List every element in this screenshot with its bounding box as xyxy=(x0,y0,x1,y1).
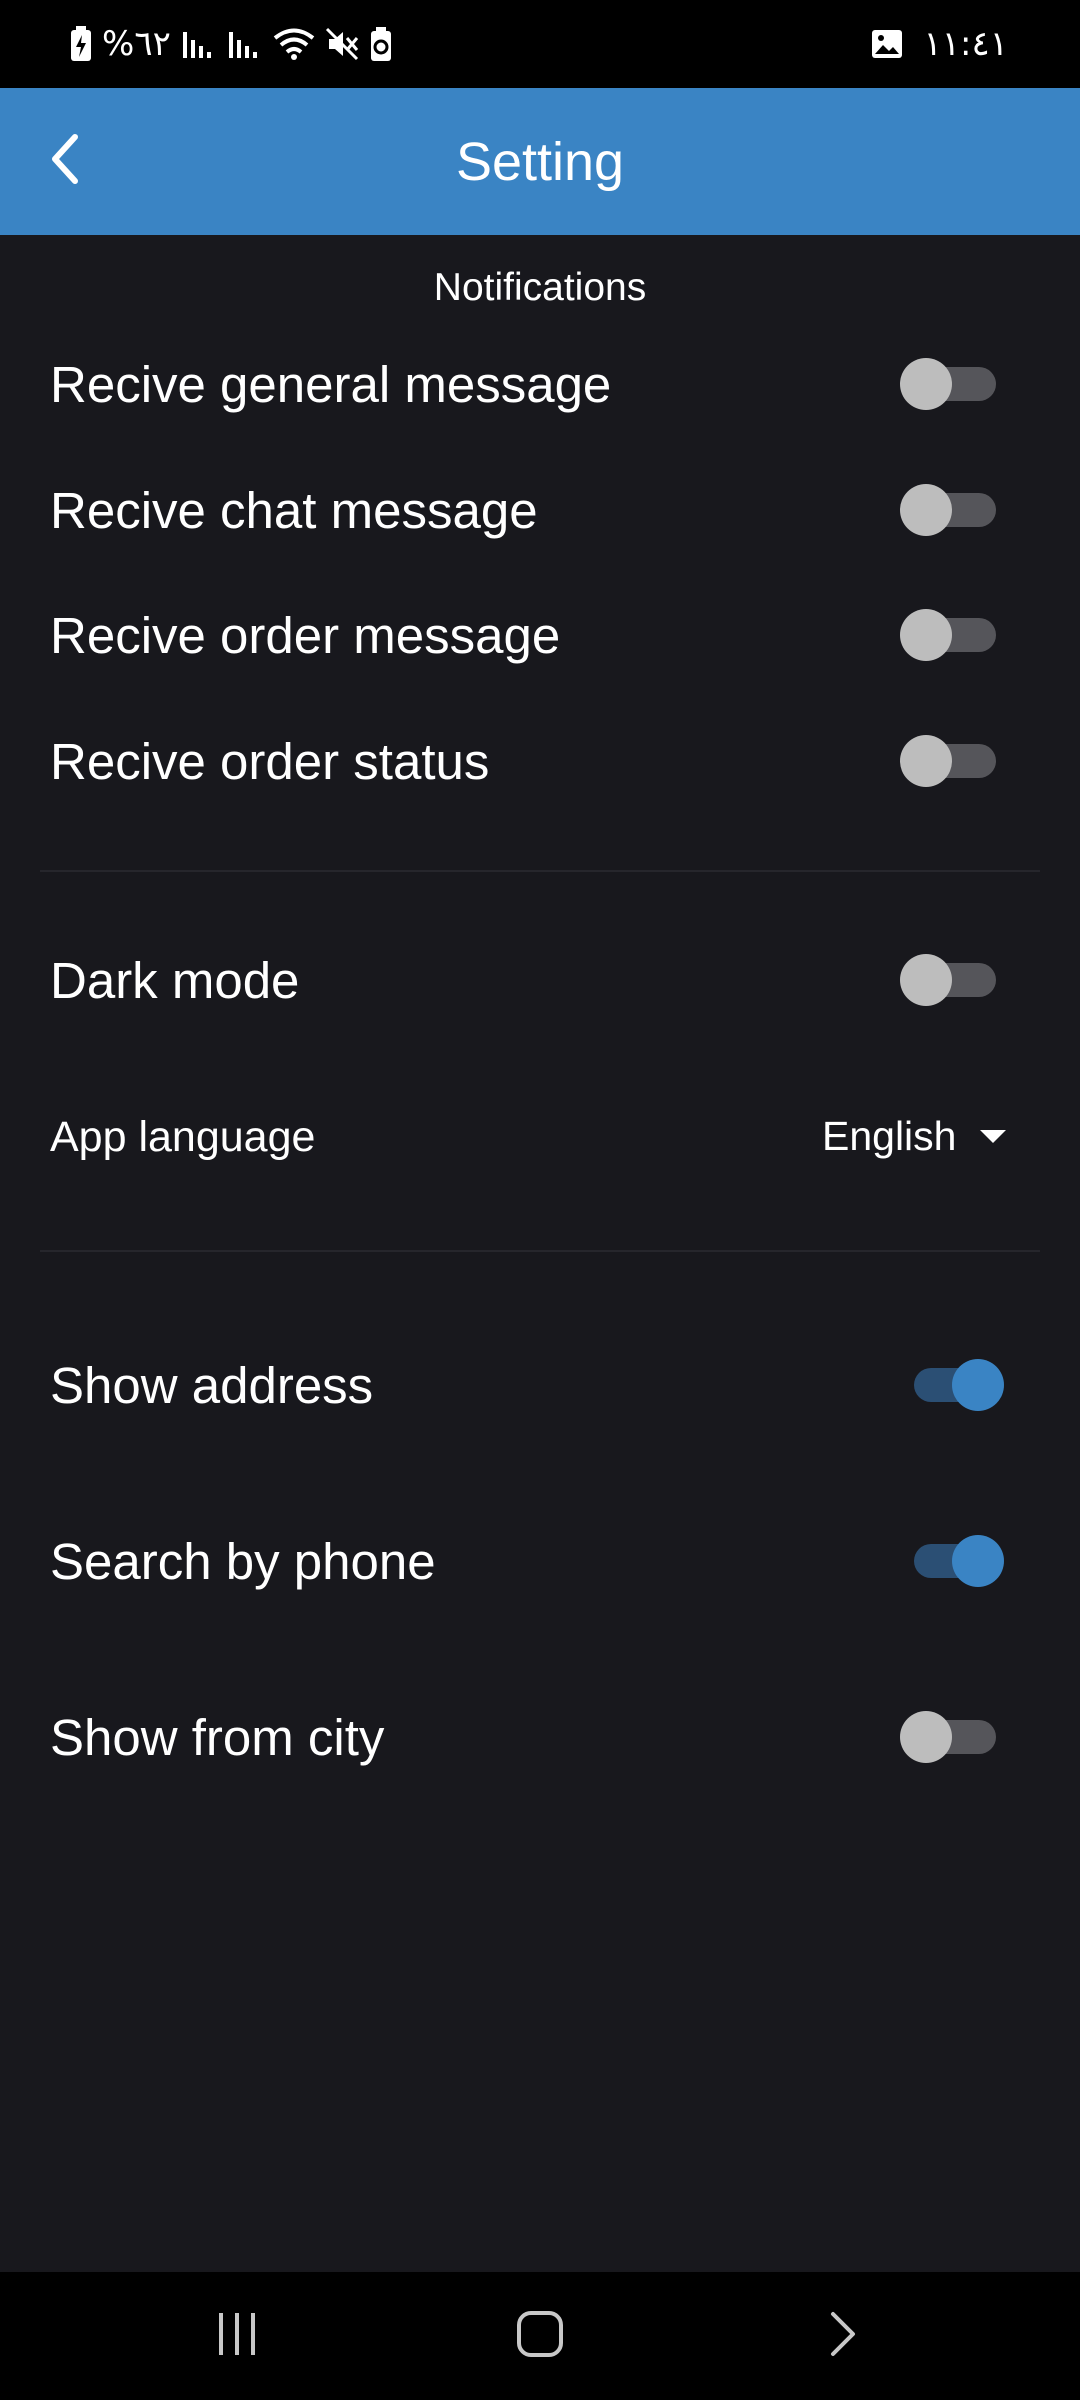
setting-row-show-address: Show address xyxy=(0,1330,1080,1440)
signal-icon xyxy=(181,28,217,60)
setting-row-general-message: Recive general message xyxy=(0,329,1080,439)
setting-label: Recive general message xyxy=(50,355,612,413)
home-icon xyxy=(515,2309,565,2364)
wifi-icon xyxy=(273,27,315,61)
divider xyxy=(40,870,1040,872)
setting-row-chat-message: Recive chat message xyxy=(0,455,1080,565)
status-bar: %٦٢ ١١:٤١ xyxy=(0,0,1080,88)
battery-saver-icon xyxy=(369,27,393,61)
toggle-knob xyxy=(952,1359,1004,1411)
order-message-toggle[interactable] xyxy=(900,600,1010,670)
status-right: ١١:٤١ xyxy=(871,0,1008,88)
setting-label: Search by phone xyxy=(50,1532,436,1590)
setting-label: Recive chat message xyxy=(50,481,538,539)
caret-down-icon xyxy=(980,1129,1007,1143)
clock: ١١:٤١ xyxy=(923,24,1008,64)
dark-mode-toggle[interactable] xyxy=(900,945,1010,1015)
setting-row-order-message: Recive order message xyxy=(0,580,1080,690)
setting-row-app-language: App language English xyxy=(0,1082,1080,1192)
general-message-toggle[interactable] xyxy=(900,349,1010,419)
toggle-knob xyxy=(900,735,952,787)
notifications-header: Notifications xyxy=(433,266,647,309)
battery-charging-icon xyxy=(70,26,92,62)
setting-label: Dark mode xyxy=(50,951,300,1009)
recent-apps-icon xyxy=(213,2311,261,2362)
battery-percent: %٦٢ xyxy=(102,24,171,64)
system-nav-bar xyxy=(0,2272,1080,2400)
show-from-city-toggle[interactable] xyxy=(900,1702,1010,1772)
setting-row-show-from-city: Show from city xyxy=(0,1682,1080,1792)
show-address-toggle[interactable] xyxy=(900,1350,1010,1420)
toggle-knob xyxy=(900,484,952,536)
chat-message-toggle[interactable] xyxy=(900,475,1010,545)
mute-icon xyxy=(325,27,359,61)
status-left: %٦٢ xyxy=(70,0,393,88)
setting-row-order-status: Recive order status xyxy=(0,706,1080,816)
page-title: Setting xyxy=(455,131,625,192)
language-value: English xyxy=(822,1112,957,1159)
toggle-knob xyxy=(952,1535,1004,1587)
image-notification-icon xyxy=(871,29,903,59)
settings-screen: %٦٢ ١١:٤١ Setting Notifications Recive g… xyxy=(0,0,1080,2400)
setting-row-dark-mode: Dark mode xyxy=(0,925,1080,1035)
recent-apps-button[interactable] xyxy=(157,2272,317,2400)
back-arrow-icon xyxy=(825,2309,859,2364)
setting-label: App language xyxy=(50,1112,316,1161)
toggle-knob xyxy=(900,609,952,661)
signal-icon-2 xyxy=(227,28,263,60)
toggle-knob xyxy=(900,954,952,1006)
divider xyxy=(40,1250,1040,1252)
toggle-knob xyxy=(900,1711,952,1763)
order-status-toggle[interactable] xyxy=(900,726,1010,796)
toggle-knob xyxy=(900,358,952,410)
setting-label: Show address xyxy=(50,1356,374,1414)
setting-row-search-by-phone: Search by phone xyxy=(0,1506,1080,1616)
setting-label: Show from city xyxy=(50,1708,385,1766)
setting-label: Recive order message xyxy=(50,606,561,664)
home-button[interactable] xyxy=(460,2272,620,2400)
search-by-phone-toggle[interactable] xyxy=(900,1526,1010,1596)
system-back-button[interactable] xyxy=(762,2272,922,2400)
setting-label: Recive order status xyxy=(50,732,490,790)
language-dropdown[interactable]: English xyxy=(822,1096,1062,1176)
app-bar: Setting xyxy=(0,88,1080,235)
